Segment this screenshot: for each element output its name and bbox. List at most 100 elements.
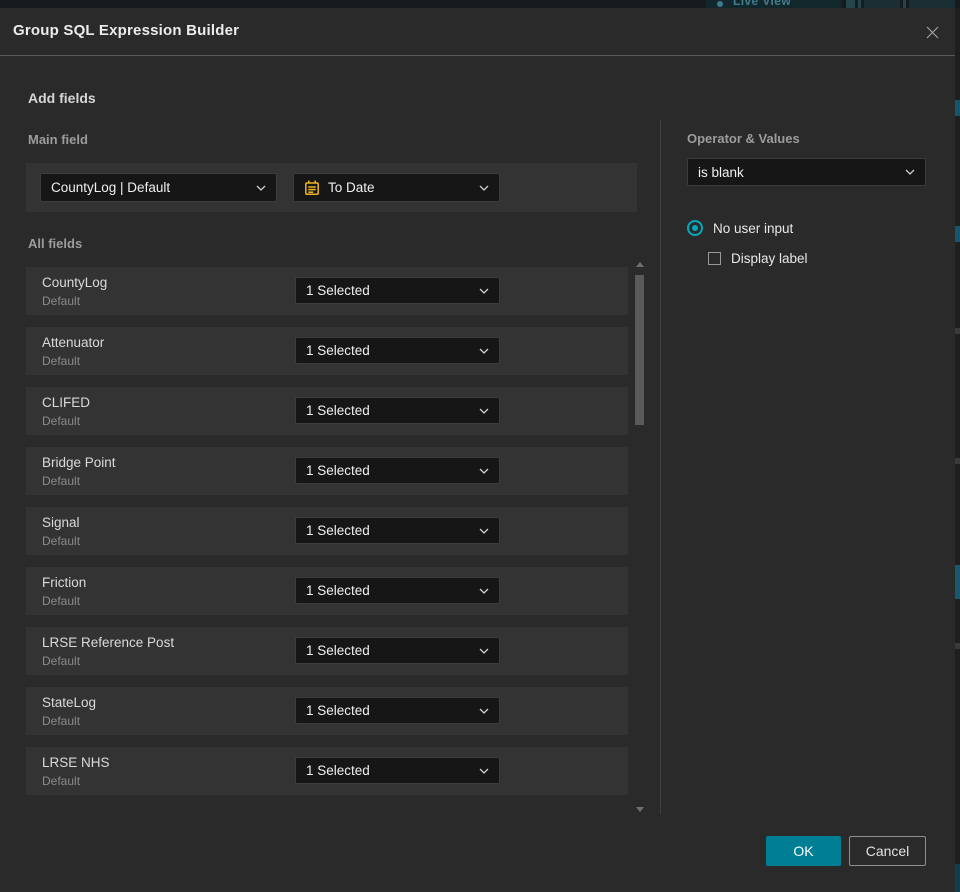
list-scrollbar[interactable]: [633, 260, 648, 814]
background-edge-fragment: [955, 864, 960, 892]
field-selection-dropdown[interactable]: 1 Selected: [295, 757, 500, 784]
field-selection-dropdown[interactable]: 1 Selected: [295, 577, 500, 604]
background-app-bar: Live View: [0, 0, 960, 8]
field-row: Bridge Point Default 1 Selected: [26, 447, 628, 495]
main-field-panel: CountyLog | Default To Date: [26, 163, 637, 212]
scroll-up-icon[interactable]: [636, 262, 644, 267]
field-selection-dropdown[interactable]: 1 Selected: [295, 637, 500, 664]
scrollbar-thumb[interactable]: [635, 275, 644, 425]
all-fields-list: CountyLog Default 1 Selected Attenuator …: [26, 267, 628, 807]
field-row: Friction Default 1 Selected: [26, 567, 628, 615]
group-sql-expression-builder-dialog: Group SQL Expression Builder Add fields …: [0, 8, 955, 892]
operator-values-label: Operator & Values: [687, 131, 800, 146]
field-selection-value: 1 Selected: [306, 703, 370, 718]
field-row: StateLog Default 1 Selected: [26, 687, 628, 735]
chevron-down-icon: [479, 288, 489, 294]
display-label-option[interactable]: Display label: [708, 251, 808, 266]
all-fields-label: All fields: [28, 236, 83, 251]
checkbox-icon[interactable]: [708, 252, 721, 265]
field-sublabel: Default: [42, 774, 81, 788]
background-edge-fragment: [955, 100, 960, 116]
live-view-label: Live View: [733, 0, 792, 8]
field-row: LRSE NHS Default 1 Selected: [26, 747, 628, 795]
chevron-down-icon: [479, 185, 489, 191]
background-edge-fragment: [955, 458, 960, 464]
background-pane-bar: [858, 0, 861, 8]
field-sublabel: Default: [42, 414, 81, 428]
background-edge-fragment: [955, 643, 960, 649]
field-selection-value: 1 Selected: [306, 343, 370, 358]
radio-selected-icon[interactable]: [687, 220, 703, 236]
field-name: Attenuator: [42, 335, 105, 350]
field-sublabel: Default: [42, 534, 81, 548]
chevron-down-icon: [479, 408, 489, 414]
field-row: Signal Default 1 Selected: [26, 507, 628, 555]
field-name: StateLog: [42, 695, 97, 710]
chevron-down-icon: [479, 528, 489, 534]
field-sublabel: Default: [42, 594, 81, 608]
field-name: CountyLog: [42, 275, 108, 290]
chevron-down-icon: [479, 348, 489, 354]
chevron-down-icon: [479, 708, 489, 714]
field-selection-value: 1 Selected: [306, 403, 370, 418]
field-sublabel: Default: [42, 714, 81, 728]
chevron-down-icon: [479, 588, 489, 594]
chevron-down-icon: [256, 185, 266, 191]
operator-dropdown[interactable]: is blank: [687, 158, 926, 186]
background-edge-fragment: [955, 328, 960, 334]
main-field-dropdown-value: CountyLog | Default: [51, 180, 171, 195]
chevron-down-icon: [905, 169, 915, 175]
scroll-down-icon[interactable]: [636, 807, 644, 812]
background-edge-fragment: [955, 565, 960, 599]
field-selection-value: 1 Selected: [306, 583, 370, 598]
background-pane-bar: [903, 0, 906, 8]
background-edge-fragment: [955, 226, 960, 242]
live-dot-icon: [717, 1, 723, 7]
section-title: Add fields: [28, 90, 96, 106]
chevron-down-icon: [479, 768, 489, 774]
field-selection-dropdown[interactable]: 1 Selected: [295, 457, 500, 484]
field-name: Bridge Point: [42, 455, 116, 470]
field-name: Signal: [42, 515, 80, 530]
date-field-dropdown-value: To Date: [328, 180, 375, 195]
operator-dropdown-value: is blank: [698, 164, 744, 180]
display-label-label: Display label: [731, 251, 808, 266]
field-name: LRSE Reference Post: [42, 635, 175, 650]
vertical-divider: [660, 120, 661, 814]
no-user-input-option[interactable]: No user input: [687, 220, 793, 236]
field-row: CountyLog Default 1 Selected: [26, 267, 628, 315]
field-selection-value: 1 Selected: [306, 763, 370, 778]
date-field-dropdown[interactable]: To Date: [293, 173, 500, 202]
cancel-button[interactable]: Cancel: [849, 836, 926, 866]
field-selection-dropdown[interactable]: 1 Selected: [295, 277, 500, 304]
field-selection-dropdown[interactable]: 1 Selected: [295, 337, 500, 364]
field-selection-value: 1 Selected: [306, 283, 370, 298]
chevron-down-icon: [479, 468, 489, 474]
background-pane-bar: [846, 0, 855, 8]
field-row: Attenuator Default 1 Selected: [26, 327, 628, 375]
field-row: LRSE Reference Post Default 1 Selected: [26, 627, 628, 675]
close-icon[interactable]: [923, 23, 941, 41]
field-selection-dropdown[interactable]: 1 Selected: [295, 517, 500, 544]
field-selection-value: 1 Selected: [306, 643, 370, 658]
main-field-dropdown[interactable]: CountyLog | Default: [40, 173, 277, 202]
dialog-titlebar: Group SQL Expression Builder: [0, 8, 955, 56]
background-edge: [955, 8, 960, 892]
dialog-title: Group SQL Expression Builder: [13, 22, 240, 39]
field-sublabel: Default: [42, 474, 81, 488]
field-sublabel: Default: [42, 654, 81, 668]
field-selection-value: 1 Selected: [306, 463, 370, 478]
ok-button[interactable]: OK: [766, 836, 841, 866]
field-selection-dropdown[interactable]: 1 Selected: [295, 397, 500, 424]
field-name: LRSE NHS: [42, 755, 110, 770]
field-sublabel: Default: [42, 294, 81, 308]
field-selection-value: 1 Selected: [306, 523, 370, 538]
field-selection-dropdown[interactable]: 1 Selected: [295, 697, 500, 724]
field-name: Friction: [42, 575, 87, 590]
background-pane-bar: [864, 0, 900, 8]
no-user-input-label: No user input: [713, 220, 794, 236]
main-field-label: Main field: [28, 132, 88, 147]
field-sublabel: Default: [42, 354, 81, 368]
chevron-down-icon: [479, 648, 489, 654]
field-name: CLIFED: [42, 395, 91, 410]
